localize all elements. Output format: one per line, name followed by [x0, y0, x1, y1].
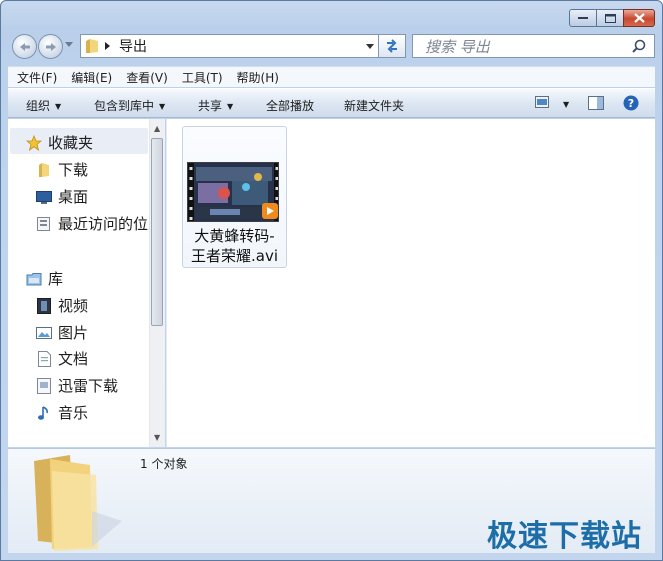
- address-dropdown-icon[interactable]: [366, 43, 374, 49]
- libraries-icon: [26, 271, 42, 287]
- close-button[interactable]: [623, 9, 655, 27]
- chevron-down-icon: ▼: [159, 102, 166, 111]
- include-library-button[interactable]: 包含到库中 ▼: [94, 97, 165, 114]
- search-placeholder[interactable]: 搜索 导出: [425, 36, 632, 57]
- document-icon: [36, 350, 52, 367]
- nav-item-videos[interactable]: 视频: [36, 295, 88, 316]
- nav-item-pictures[interactable]: 图片: [36, 322, 88, 343]
- view-dropdown[interactable]: ▼: [558, 97, 569, 111]
- new-folder-button[interactable]: 新建文件夹: [344, 97, 404, 114]
- nav-label: 库: [48, 270, 64, 288]
- folder-icon: [36, 162, 52, 178]
- chevron-down-icon: ▼: [563, 100, 570, 109]
- share-button[interactable]: 共享 ▼: [198, 97, 233, 114]
- nav-label: 文档: [58, 350, 89, 368]
- picture-icon: [36, 325, 52, 341]
- folder-icon: [86, 39, 98, 53]
- play-all-button[interactable]: 全部播放: [266, 97, 314, 114]
- video-icon: [36, 297, 52, 314]
- nav-label: 最近访问的位置: [58, 215, 164, 233]
- scroll-down-icon[interactable]: ▼: [154, 433, 160, 442]
- recent-pages-dropdown[interactable]: [65, 42, 73, 47]
- refresh-icon: [387, 39, 397, 53]
- share-label: 共享: [198, 99, 223, 113]
- scroll-up-icon[interactable]: ▲: [154, 124, 160, 133]
- maximize-icon: [604, 13, 616, 23]
- file-name-line2: 王者荣耀.avi: [190, 247, 278, 265]
- nav-label: 下载: [58, 161, 89, 179]
- nav-label: 桌面: [58, 188, 89, 206]
- nav-label: 视频: [58, 297, 89, 315]
- nav-label: 图片: [58, 324, 89, 342]
- recent-places-icon: [36, 216, 52, 232]
- help-icon: ?: [623, 95, 639, 111]
- chevron-down-icon: ▼: [227, 102, 234, 111]
- chevron-down-icon: ▼: [55, 102, 62, 111]
- video-thumbnail-icon: [188, 163, 278, 221]
- organize-button[interactable]: 组织 ▼: [26, 97, 61, 114]
- organize-label: 组织: [26, 99, 51, 113]
- caption-buttons: [569, 9, 655, 27]
- help-button[interactable]: ?: [623, 95, 639, 114]
- menu-view[interactable]: 查看(V): [121, 69, 173, 86]
- nav-label: 音乐: [58, 404, 89, 422]
- nav-label: 迅雷下载: [58, 377, 119, 395]
- nav-item-recent[interactable]: 最近访问的位置: [36, 213, 163, 234]
- music-icon: [36, 405, 52, 421]
- nav-item-documents[interactable]: 文档: [36, 348, 88, 369]
- search-box[interactable]: 搜索 导出: [412, 34, 655, 58]
- close-icon: [633, 13, 645, 23]
- refresh-button[interactable]: [378, 34, 406, 58]
- nav-item-desktop[interactable]: 桌面: [36, 186, 88, 207]
- nav-item-music[interactable]: 音乐: [36, 402, 88, 423]
- forward-button[interactable]: [38, 34, 63, 59]
- arrow-right-icon: [45, 42, 56, 51]
- star-icon: [26, 134, 42, 151]
- menu-bar: 文件(F) 编辑(E) 查看(V) 工具(T) 帮助(H): [8, 66, 655, 87]
- svg-text:?: ?: [628, 97, 634, 110]
- breadcrumb-chevron-icon: [105, 42, 110, 50]
- back-button[interactable]: [12, 34, 37, 59]
- scroll-thumb[interactable]: [151, 138, 163, 326]
- menu-help[interactable]: 帮助(H): [232, 69, 284, 86]
- site-watermark: 极速下载站: [487, 519, 642, 554]
- navigation-pane: 收藏夹 下载 桌面 最近访问的位置 库 视频 图片 文档 迅雷下载 音乐: [8, 119, 165, 447]
- preview-pane-icon: [588, 96, 604, 110]
- arrow-left-icon: [19, 42, 30, 51]
- nav-item-thunder[interactable]: 迅雷下载: [36, 375, 118, 396]
- nav-item-favorites[interactable]: 收藏夹: [26, 132, 93, 153]
- file-name[interactable]: 大黄蜂转码- 王者荣耀.avi: [184, 226, 285, 266]
- breadcrumb-folder[interactable]: 导出: [119, 36, 147, 56]
- video-thumbnail[interactable]: [187, 162, 279, 222]
- nav-label: 收藏夹: [48, 134, 94, 152]
- view-options-button[interactable]: [535, 96, 549, 111]
- desktop-icon: [36, 189, 52, 205]
- folder-icon: [34, 455, 122, 551]
- minimize-button[interactable]: [569, 9, 597, 27]
- address-bar[interactable]: 导出: [80, 34, 378, 58]
- search-icon[interactable]: [632, 39, 646, 53]
- menu-tools[interactable]: 工具(T): [177, 69, 228, 86]
- include-library-label: 包含到库中: [94, 99, 155, 113]
- maximize-button[interactable]: [596, 9, 624, 27]
- nav-item-libraries[interactable]: 库: [26, 268, 63, 289]
- preview-pane-button[interactable]: [588, 96, 604, 113]
- file-name-line1: 大黄蜂转码-: [194, 227, 275, 245]
- menu-edit[interactable]: 编辑(E): [66, 69, 117, 86]
- menu-file[interactable]: 文件(F): [12, 69, 62, 86]
- status-object-count: 1 个对象: [140, 457, 188, 471]
- view-icon: [535, 96, 549, 108]
- nav-item-downloads[interactable]: 下载: [36, 159, 88, 180]
- minimize-icon: [578, 17, 588, 19]
- thunder-folder-icon: [36, 377, 52, 394]
- command-bar: 组织 ▼ 包含到库中 ▼ 共享 ▼ 全部播放 新建文件夹 ▼ ?: [8, 88, 655, 118]
